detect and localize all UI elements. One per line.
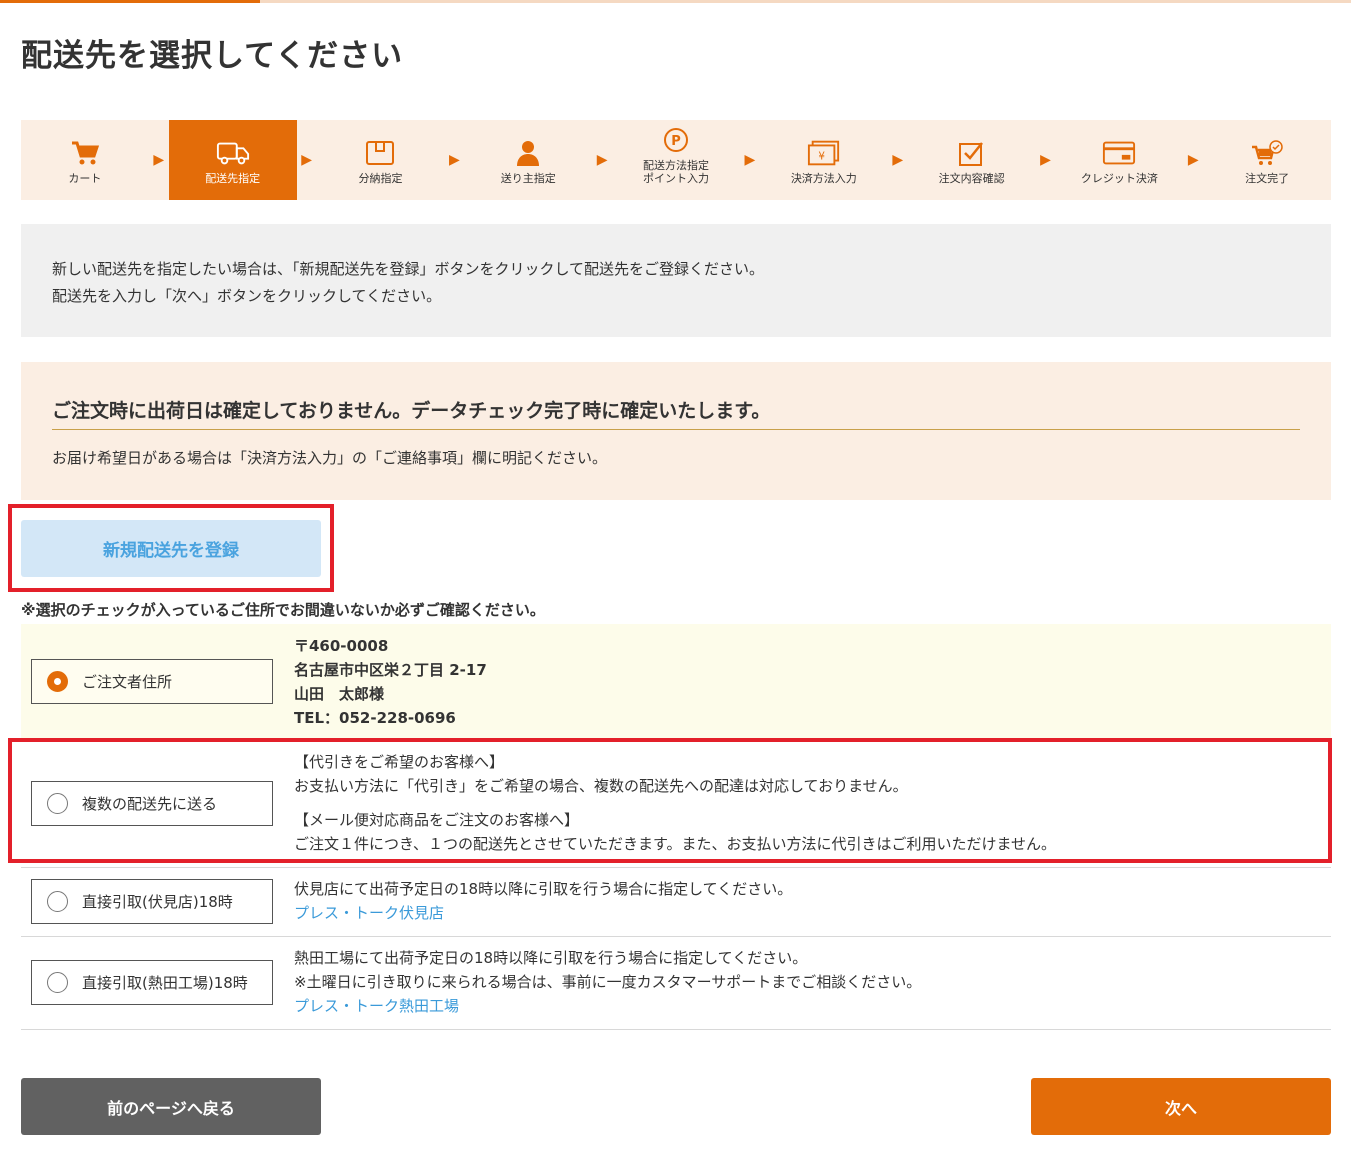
step-arrow-icon: ▶ [1040, 152, 1051, 168]
progress-top-bar [0, 0, 1351, 3]
step-label: クレジット決済 [1080, 172, 1158, 185]
phone-number: TEL：052-228-0696 [294, 709, 456, 727]
step-arrow-icon: ▶ [892, 152, 904, 168]
notice-divider [52, 429, 1300, 430]
note-text: 熱田工場にて出荷予定日の18時以降に引取を行う場合に指定してください。 [294, 949, 808, 967]
step-delivery-address: 配送先指定 [168, 120, 297, 200]
step-label: 注文内容確認 [938, 172, 1005, 185]
box-icon [363, 138, 397, 168]
card-icon [1102, 138, 1136, 168]
step-order-complete: 注文完了 [1203, 120, 1331, 200]
register-new-address-button[interactable]: 新規配送先を登録 [21, 520, 321, 577]
step-label: 配送方法指定 ポイント入力 [643, 159, 710, 185]
orderer-address-details: 〒460-0008 名古屋市中区栄２丁目 2-17 山田 太郎様 TEL：052… [294, 634, 487, 730]
step-label: 注文完了 [1245, 172, 1290, 185]
radio-button[interactable] [47, 972, 68, 993]
recipient-name: 山田 太郎様 [294, 685, 385, 703]
info-line: 新しい配送先を指定したい場合は、「新規配送先を登録」ボタンをクリックして配送先を… [52, 260, 765, 278]
cart-complete-icon [1250, 138, 1284, 168]
step-arrow-icon: ▶ [1187, 152, 1199, 168]
note-text: ※土曜日に引き取りに来られる場合は、事前に一度カスタマーサポートまでご相談くださ… [294, 973, 922, 991]
option-label: ご注文者住所 [82, 673, 173, 691]
highlight-frame [8, 738, 1332, 863]
step-label: カート [68, 172, 102, 185]
notice-text: お届け希望日がある場合は「決済方法入力」の「ご連絡事項」欄に明記ください。 [52, 449, 608, 467]
step-arrow-icon: ▶ [596, 152, 608, 168]
step-shipping-method: P 配送方法指定 ポイント入力 [612, 120, 740, 200]
notice-title: ご注文時に出荷日は確定しておりません。データチェック完了時に確定いたします。 [52, 400, 771, 422]
pickup-fushimi-notes: 伏見店にて出荷予定日の18時以降に引取を行う場合に指定してください。 プレス・ト… [294, 877, 792, 925]
yen-icon: ¥ [807, 138, 841, 168]
fushimi-store-link[interactable]: プレス・トーク伏見店 [294, 904, 444, 922]
option-label: 直接引取(熱田工場)18時 [82, 974, 248, 992]
note-text: 伏見店にて出荷予定日の18時以降に引取を行う場合に指定してください。 [294, 880, 793, 898]
notice-box: ご注文時に出荷日は確定しておりません。データチェック完了時に確定いたします。 お… [21, 362, 1331, 500]
step-arrow-icon: ▶ [153, 152, 165, 168]
svg-text:¥: ¥ [818, 151, 825, 163]
cart-icon [68, 138, 102, 168]
step-payment-method: ¥ 決済方法入力 [760, 120, 888, 200]
step-sender: 送り主指定 [464, 120, 592, 200]
person-icon [511, 138, 545, 168]
step-arrow-icon: ▶ [301, 152, 312, 168]
back-button[interactable]: 前のページへ戻る [21, 1078, 321, 1135]
checkout-steps: カート ▶ 配送先指定 ▶ 分納指定 ▶ 送り主指定 ▶ P 配送方法指定 ポイ… [21, 120, 1331, 200]
info-line: 配送先を入力し「次へ」ボタンをクリックしてください。 [52, 287, 442, 305]
next-button[interactable]: 次へ [1031, 1078, 1331, 1135]
step-arrow-icon: ▶ [448, 152, 460, 168]
step-arrow-icon: ▶ [744, 152, 756, 168]
step-label: 送り主指定 [500, 172, 556, 185]
radio-button-checked[interactable] [47, 671, 68, 692]
page-title: 配送先を選択してください [21, 38, 404, 74]
step-order-confirm: 注文内容確認 [908, 120, 1036, 200]
step-split-delivery: 分納指定 [317, 120, 445, 200]
radio-option-orderer[interactable]: ご注文者住所 [31, 659, 273, 704]
truck-icon [216, 138, 250, 168]
svg-text:P: P [671, 134, 681, 149]
address-option-orderer[interactable]: ご注文者住所 〒460-0008 名古屋市中区栄２丁目 2-17 山田 太郎様 … [21, 624, 1331, 740]
address-check-note: ※選択のチェックが入っているご住所でお間違いないか必ずご確認ください。 [21, 601, 545, 619]
step-label: 分納指定 [358, 172, 403, 185]
option-label: 直接引取(伏見店)18時 [82, 893, 233, 911]
postal-code: 〒460-0008 [294, 637, 389, 655]
point-icon: P [659, 125, 693, 155]
step-credit-payment: クレジット決済 [1055, 120, 1183, 200]
progress-top-bar-active [0, 0, 260, 3]
radio-button[interactable] [47, 891, 68, 912]
radio-option-pickup-atsuta[interactable]: 直接引取(熱田工場)18時 [31, 960, 273, 1005]
radio-option-pickup-fushimi[interactable]: 直接引取(伏見店)18時 [31, 879, 273, 924]
atsuta-factory-link[interactable]: プレス・トーク熱田工場 [294, 997, 459, 1015]
checkbox-icon [955, 138, 989, 168]
step-label: 決済方法入力 [790, 172, 857, 185]
info-box: 新しい配送先を指定したい場合は、「新規配送先を登録」ボタンをクリックして配送先を… [21, 224, 1331, 337]
address-option-pickup-atsuta[interactable]: 直接引取(熱田工場)18時 熱田工場にて出荷予定日の18時以降に引取を行う場合に… [21, 937, 1331, 1030]
pickup-atsuta-notes: 熱田工場にて出荷予定日の18時以降に引取を行う場合に指定してください。 ※土曜日… [294, 946, 921, 1018]
step-cart: カート [21, 120, 149, 200]
street-address: 名古屋市中区栄２丁目 2-17 [294, 661, 487, 679]
step-label: 配送先指定 [205, 172, 261, 185]
address-option-pickup-fushimi[interactable]: 直接引取(伏見店)18時 伏見店にて出荷予定日の18時以降に引取を行う場合に指定… [21, 868, 1331, 937]
